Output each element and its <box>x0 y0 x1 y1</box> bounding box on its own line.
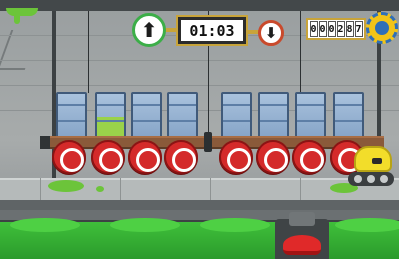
hanging-weight <box>204 132 212 152</box>
slime-puddle <box>96 186 104 192</box>
liquid-tank <box>95 92 126 138</box>
red-target-button[interactable] <box>219 140 253 174</box>
wall-crack <box>0 30 40 70</box>
liquid-tank <box>333 92 364 138</box>
down-arrow-icon: ⬇ <box>264 23 278 42</box>
robot-wheel <box>380 175 388 183</box>
slime-drip-top <box>6 8 38 16</box>
down-arrow-button[interactable]: ⬇ <box>258 20 284 46</box>
red-target-button[interactable] <box>128 140 162 174</box>
plunger-button[interactable] <box>283 235 321 255</box>
settings-gear-button[interactable] <box>366 12 398 44</box>
gear-icon <box>375 21 389 35</box>
liquid-tank <box>131 92 162 138</box>
plunger-pipe <box>289 212 315 226</box>
slime-drip <box>14 14 20 24</box>
wall-line <box>0 60 399 61</box>
slime-wave <box>110 218 180 232</box>
liquid-tank <box>295 92 326 138</box>
slime-wave <box>10 218 80 232</box>
red-target-button[interactable] <box>52 140 86 174</box>
robot-player <box>344 146 396 188</box>
cable <box>300 11 301 93</box>
tank-slime-fill <box>97 117 124 136</box>
red-target-button[interactable] <box>164 140 198 174</box>
walkway-joint <box>40 178 41 200</box>
timer-display: 01:03 <box>176 15 248 46</box>
robot-head <box>354 146 392 172</box>
liquid-tank <box>56 92 87 138</box>
robot-eye <box>372 158 382 164</box>
game-scene: ⬆ 01:03 ⬇ 0 0 0 2 8 7 <box>0 0 399 259</box>
walkway-joint <box>300 178 301 200</box>
score-digit: 2 <box>336 21 345 37</box>
liquid-tank <box>167 92 198 138</box>
red-target-button[interactable] <box>91 140 125 174</box>
slime-wave <box>335 218 399 232</box>
robot-wheel <box>367 175 375 183</box>
walkway-joint <box>120 178 121 200</box>
robot-wheel <box>354 175 362 183</box>
liquid-tank <box>221 92 252 138</box>
score-digit: 0 <box>318 21 327 37</box>
walkway-joint <box>210 178 211 200</box>
ceiling-trim <box>0 0 399 11</box>
score-digit: 0 <box>309 21 318 37</box>
cable <box>88 11 89 93</box>
up-arrow-button[interactable]: ⬆ <box>132 13 166 47</box>
red-target-button[interactable] <box>256 140 290 174</box>
score-digit: 8 <box>345 21 354 37</box>
slime-puddle <box>48 180 84 192</box>
score-digit: 7 <box>354 21 363 37</box>
liquid-tank <box>258 92 289 138</box>
red-target-button[interactable] <box>292 140 326 174</box>
wall-line <box>0 85 399 86</box>
slime-wave <box>200 218 270 232</box>
up-arrow-icon: ⬆ <box>140 18 158 42</box>
score-counter: 0 0 0 2 8 7 <box>306 18 366 40</box>
score-digit: 0 <box>327 21 336 37</box>
